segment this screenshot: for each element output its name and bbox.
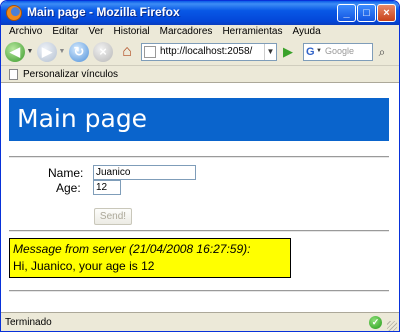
forward-arrow-icon[interactable]: ▶ [37, 42, 57, 62]
divider [9, 156, 389, 158]
url-bar[interactable]: http://localhost:2058/ ▼ [141, 43, 277, 61]
menu-herramientas[interactable]: Herramientas [217, 25, 287, 39]
search-engine-selector[interactable]: G ▼ [303, 43, 323, 61]
status-text: Terminado [5, 317, 52, 328]
send-button[interactable]: Send! [94, 208, 132, 225]
menu-marcadores[interactable]: Marcadores [155, 25, 218, 39]
url-text[interactable]: http://localhost:2058/ [160, 46, 252, 57]
engine-dropdown-icon[interactable]: ▼ [316, 48, 322, 54]
magnifier-icon[interactable]: ⌕ [374, 43, 390, 61]
search-placeholder: Google [325, 46, 355, 56]
message-header: Message from server (21/04/2008 16:27:59… [13, 242, 251, 256]
menu-archivo[interactable]: Archivo [4, 25, 47, 39]
bookmark-page-icon [9, 69, 18, 80]
name-field[interactable]: Juanico [93, 165, 196, 180]
menu-bar: Archivo Editar Ver Historial Marcadores … [1, 25, 399, 39]
page-title: Main page [17, 104, 148, 133]
search-input[interactable]: Google [323, 43, 373, 61]
url-dropdown-icon[interactable]: ▼ [264, 44, 276, 60]
firefox-icon [6, 5, 22, 21]
menu-ayuda[interactable]: Ayuda [287, 25, 325, 39]
navigation-toolbar: ◀ ▼ ▶ ▼ ↻ × ⌂ http://localhost:2058/ ▼ ▶… [1, 39, 399, 65]
title-bar[interactable]: Main page - Mozilla Firefox _ □ × [1, 1, 399, 25]
resize-grip[interactable] [387, 321, 397, 331]
menu-historial[interactable]: Historial [109, 25, 155, 39]
header-banner: Main page [9, 98, 389, 141]
forward-dropdown-icon[interactable]: ▼ [57, 42, 67, 62]
page-icon [144, 46, 156, 58]
close-button[interactable]: × [377, 4, 396, 22]
window-title: Main page - Mozilla Firefox [27, 5, 180, 19]
name-label: Name: [48, 166, 84, 180]
minimize-button[interactable]: _ [337, 4, 356, 22]
message-body: Hi, Juanico, your age is 12 [13, 259, 155, 273]
divider [9, 290, 389, 292]
reload-icon[interactable]: ↻ [69, 42, 89, 62]
bookmarks-toolbar: Personalizar vínculos [1, 65, 399, 83]
bookmark-personalizar[interactable]: Personalizar vínculos [23, 69, 118, 80]
back-arrow-icon[interactable]: ◀ [5, 42, 25, 62]
home-icon[interactable]: ⌂ [117, 42, 137, 62]
age-field[interactable]: 12 [93, 180, 121, 195]
divider [9, 230, 389, 232]
checkmark-icon: ✓ [369, 316, 382, 329]
go-arrow-icon[interactable]: ▶ [280, 43, 296, 61]
menu-editar[interactable]: Editar [47, 25, 83, 39]
back-dropdown-icon[interactable]: ▼ [25, 42, 35, 62]
age-label: Age: [56, 181, 81, 195]
server-message-box: Message from server (21/04/2008 16:27:59… [9, 238, 291, 278]
menu-ver[interactable]: Ver [83, 25, 108, 39]
status-bar: Terminado ✓ [1, 312, 399, 331]
page-content: Main page Name: Juanico Age: 12 Send! Me… [1, 83, 399, 312]
stop-icon[interactable]: × [93, 42, 113, 62]
maximize-button[interactable]: □ [357, 4, 376, 22]
browser-window: Main page - Mozilla Firefox _ □ × Archiv… [0, 0, 400, 332]
